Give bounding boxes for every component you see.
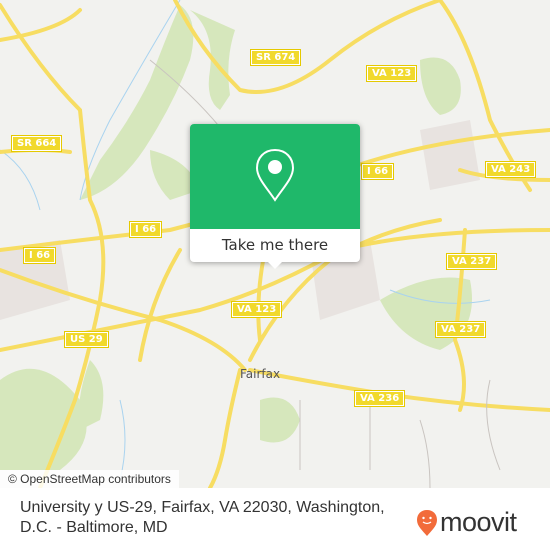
address-text: University y US-29, Fairfax, VA 22030, W… [20, 499, 385, 536]
road-shield: VA 243 [484, 161, 537, 178]
location-pin-icon [255, 148, 295, 202]
take-me-there-button[interactable]: Take me there [190, 229, 360, 262]
road-shield: I 66 [128, 221, 163, 238]
road-shield: I 66 [360, 163, 395, 180]
popup-header [190, 124, 360, 229]
road-shield: VA 236 [353, 390, 406, 407]
road-shield: I 66 [22, 247, 57, 264]
road-shield: VA 237 [434, 321, 487, 338]
road-shield: VA 123 [365, 65, 418, 82]
map-attribution[interactable]: © OpenStreetMap contributors [0, 470, 179, 488]
road-shield: US 29 [64, 331, 109, 348]
place-label-fairfax: Fairfax [240, 367, 281, 381]
moovit-logo[interactable]: moovit [416, 507, 517, 538]
road-shield: VA 123 [230, 301, 283, 318]
road-shield: SR 664 [10, 135, 63, 152]
popup-tail [267, 261, 283, 269]
road-shield: VA 237 [445, 253, 498, 270]
location-popup: Take me there [190, 124, 360, 269]
map[interactable]: SR 674 VA 123 SR 664 I 66 I 66 VA 243 VA… [0, 0, 550, 488]
moovit-pin-icon [417, 509, 437, 536]
road-shield: SR 674 [249, 49, 302, 66]
moovit-logo-text: moovit [440, 507, 517, 537]
